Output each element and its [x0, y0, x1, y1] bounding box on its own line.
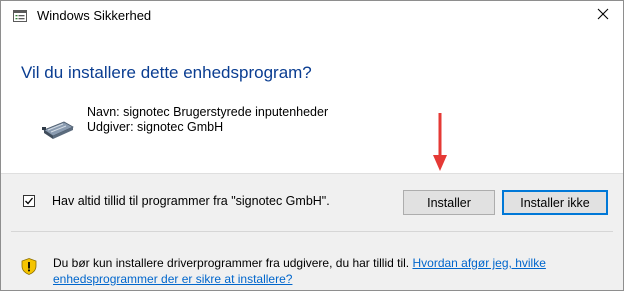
trust-checkbox[interactable] — [23, 195, 35, 207]
dont-install-button[interactable]: Installer ikke — [502, 190, 608, 215]
trust-checkbox-label[interactable]: Hav altid tillid til programmer fra "sig… — [52, 193, 352, 210]
device-publisher: Udgiver: signotec GmbH — [87, 120, 224, 134]
title-bar[interactable]: Windows Sikkerhed — [1, 1, 623, 31]
security-dialog: Windows Sikkerhed Vil du installere dett… — [0, 0, 624, 291]
device-info: Navn: signotec Brugerstyrede inputenhede… — [87, 105, 328, 135]
window-title: Windows Sikkerhed — [37, 8, 152, 23]
footer-divider — [11, 231, 613, 232]
dialog-heading: Vil du installere dette enhedsprogram? — [21, 63, 312, 82]
dialog-footer: Hav altid tillid til programmer fra "sig… — [1, 173, 623, 290]
arrow-down-icon — [433, 113, 447, 171]
warning-text: Du bør kun installere driverprogrammer f… — [53, 256, 613, 287]
close-button[interactable] — [583, 1, 623, 31]
device-name: Navn: signotec Brugerstyrede inputenhede… — [87, 105, 329, 119]
close-icon — [597, 7, 609, 25]
install-button[interactable]: Installer — [403, 190, 495, 215]
window-icon — [13, 9, 27, 22]
device-icon — [42, 118, 74, 140]
warning-message: Du bør kun installere driverprogrammer f… — [53, 256, 413, 270]
shield-icon — [21, 258, 37, 275]
